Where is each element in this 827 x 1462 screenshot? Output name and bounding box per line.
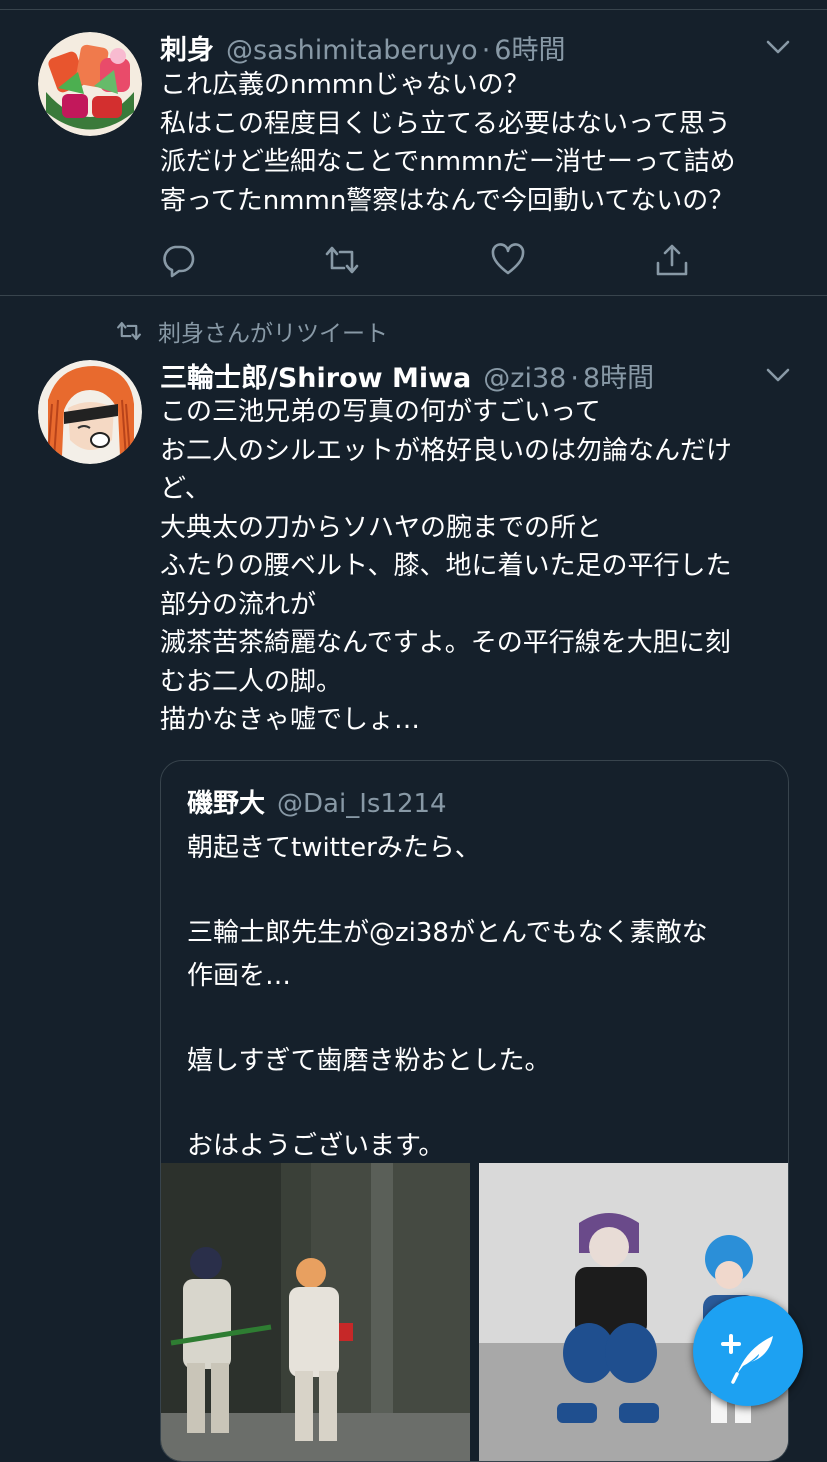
retweet-icon[interactable] — [324, 242, 360, 278]
timestamp[interactable]: 8時間 — [583, 356, 654, 395]
timestamp[interactable]: 6時間 — [494, 28, 565, 67]
tweet-divider — [0, 295, 827, 296]
tweet-text: この三池兄弟の写真の何がすごいって お二人のシルエットが格好良いのは勿論なんだけ… — [160, 397, 733, 735]
retweet-label[interactable]: 刺身さんがリツイート — [158, 314, 388, 348]
tweet-1-header: 刺身 @sashimitaberuyo · 6時間 — [160, 28, 565, 67]
author-handle[interactable]: @sashimitaberuyo — [226, 35, 478, 66]
separator: · — [570, 363, 579, 394]
tweet-text: これ広義のnmmnじゃないの？ 私はこの程度目くじら立てる必要はないって思う 派… — [160, 70, 736, 216]
quoted-author-name: 磯野大 — [187, 789, 266, 819]
chevron-down-icon[interactable] — [765, 34, 791, 60]
author-handle[interactable]: @zi38 — [483, 363, 566, 394]
reply-icon[interactable] — [160, 242, 196, 278]
compose-tweet-icon — [721, 1334, 773, 1384]
compose-tweet-button[interactable] — [693, 1296, 803, 1406]
quoted-tweet-text: 朝起きてtwitterみたら、 三輪士郎先生が@zi38がとんでもなく素敵な 作… — [187, 833, 708, 1161]
cosplay-photo-1[interactable] — [161, 1163, 470, 1461]
tweet-2-header: 三輪士郎/Shirow Miwa @zi38 · 8時間 — [160, 356, 654, 395]
illustrated-character-avatar-icon[interactable] — [38, 360, 142, 464]
share-icon[interactable] — [654, 242, 690, 278]
sashimi-avatar-icon[interactable] — [38, 32, 142, 136]
author-name[interactable]: 刺身 — [160, 28, 214, 67]
retweet-small-icon — [117, 321, 141, 341]
tweet-actions — [160, 242, 700, 282]
separator: · — [481, 35, 491, 66]
top-divider — [0, 9, 827, 10]
quoted-tweet-header: 磯野大 @Dai_Is1214 — [187, 783, 447, 820]
author-name[interactable]: 三輪士郎/Shirow Miwa — [160, 356, 471, 395]
heart-icon[interactable] — [490, 242, 526, 278]
quoted-author-handle: @Dai_Is1214 — [277, 789, 447, 819]
chevron-down-icon[interactable] — [765, 362, 791, 388]
retweet-context: 刺身さんがリツイート — [116, 314, 388, 348]
